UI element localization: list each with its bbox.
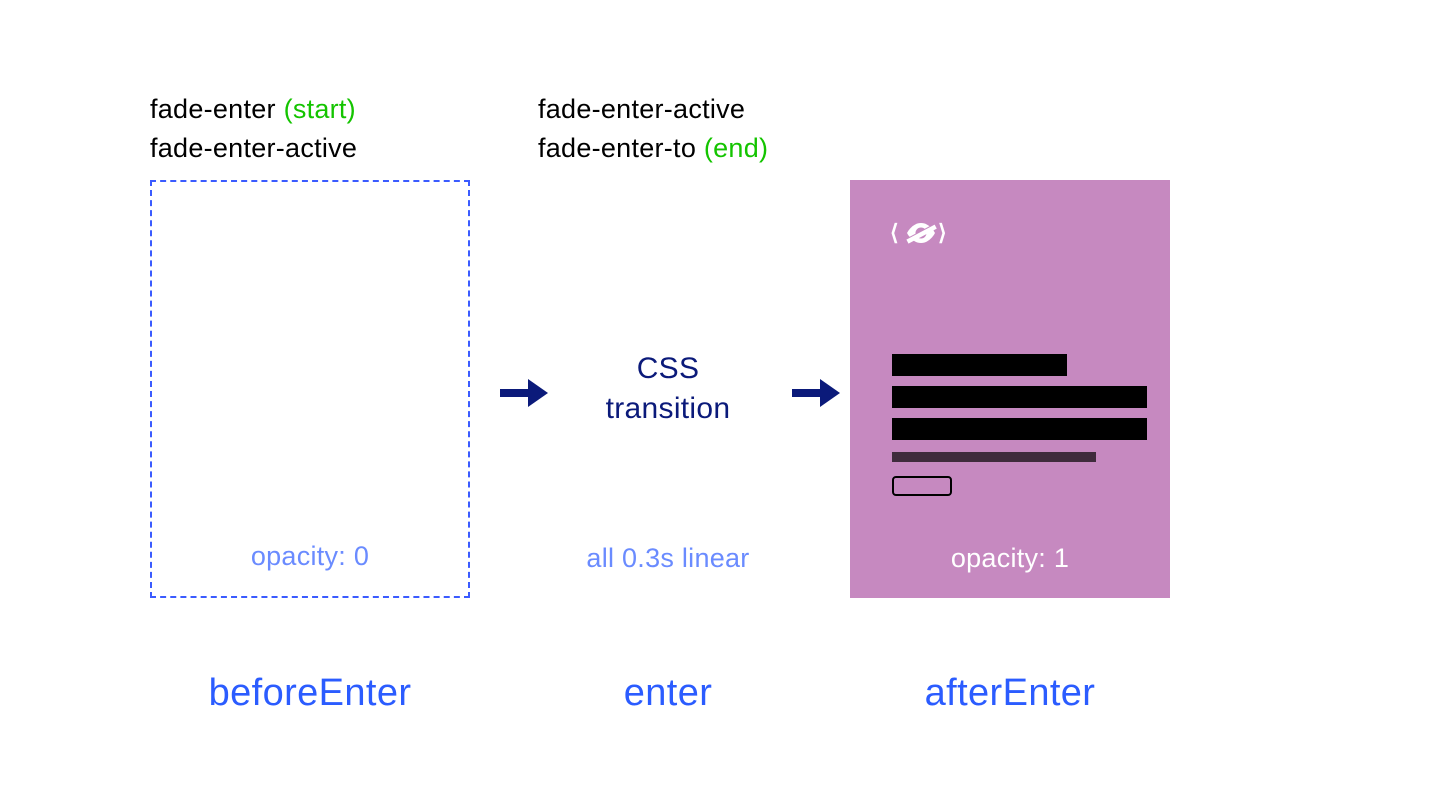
left-classes-block: fade-enter (start) fade-enter-active [150, 90, 470, 168]
middle-classes-block: fade-enter-active fade-enter-to (end) [538, 90, 798, 168]
hook-before-enter: beforeEnter [150, 672, 470, 715]
left-class-line-2: fade-enter-active [150, 129, 470, 168]
after-enter-card: ⟨ ⟩ opacity: 1 [850, 180, 1170, 598]
mock-button [892, 476, 952, 496]
hook-after-enter: afterEnter [850, 672, 1170, 715]
diagram-root: fade-enter (start) fade-enter-active fad… [0, 0, 1440, 810]
mock-content [892, 354, 1140, 496]
svg-text:⟩: ⟩ [938, 220, 947, 245]
mock-bar [892, 418, 1147, 440]
middle-class-paren: (end) [704, 133, 768, 163]
css-transition-label: CSS transition [606, 349, 731, 430]
purple-card: ⟨ ⟩ opacity: 1 [850, 180, 1170, 598]
right-opacity-label: opacity: 1 [850, 543, 1170, 574]
middle-class-line-1: fade-enter-active [538, 90, 798, 129]
middle-caption: all 0.3s linear [586, 543, 749, 574]
arrow-icon [498, 375, 548, 411]
arrow-icon [790, 375, 840, 411]
hidden-eye-icon: ⟨ ⟩ [890, 216, 952, 255]
left-class-line-1: fade-enter (start) [150, 90, 470, 129]
left-opacity-label: opacity: 0 [152, 541, 468, 572]
mock-bar [892, 354, 1067, 376]
before-enter-card: opacity: 0 [150, 180, 470, 598]
middle-block: CSS transition all 0.3s linear [538, 180, 798, 598]
left-class-text: fade-enter [150, 94, 284, 124]
middle-class-line-2: fade-enter-to (end) [538, 129, 798, 168]
mock-bar [892, 386, 1147, 408]
svg-text:⟨: ⟨ [890, 220, 899, 245]
dashed-card: opacity: 0 [150, 180, 470, 598]
mock-thinbar [892, 452, 1096, 462]
left-class-paren: (start) [284, 94, 356, 124]
middle-class-text: fade-enter-to [538, 133, 704, 163]
hook-enter: enter [538, 672, 798, 715]
